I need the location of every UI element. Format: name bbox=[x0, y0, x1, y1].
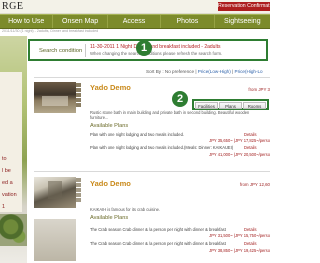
search-condition-divider bbox=[85, 44, 86, 57]
site-logo[interactable]: RGE bbox=[2, 1, 24, 12]
plan-name[interactable]: The Crab season Crab dinner & /a person … bbox=[90, 241, 240, 246]
hotel-action-buttons: Facilities Plans Rooms bbox=[192, 99, 269, 110]
nav-photos[interactable]: Photos bbox=[161, 15, 215, 28]
plan-details-link[interactable]: Details bbox=[244, 227, 257, 232]
plan-details-link[interactable]: Details bbox=[244, 132, 257, 137]
hotel-from-price: from JPY 3 bbox=[248, 87, 270, 92]
plan-name[interactable]: The Crab season Crab dinner & /a person … bbox=[90, 227, 240, 232]
plan-price: JPY 35,650~ (JPY 17,825~/perso bbox=[209, 138, 270, 143]
rooms-button[interactable]: Rooms bbox=[243, 102, 266, 109]
breadcrumb: 2011/11/30 (1 night) - 2adults, Dinner a… bbox=[2, 29, 99, 33]
hotel-secondary-photo[interactable] bbox=[34, 219, 76, 261]
plan-price: JPY 31,500~ (JPY 15,750~/perso bbox=[209, 233, 270, 238]
hotel-thumbnails bbox=[76, 178, 81, 208]
nav-onsen-map[interactable]: Onsen Map bbox=[53, 15, 108, 28]
available-plans-heading: Available Plans bbox=[90, 123, 129, 129]
hotel-description: furniture... bbox=[90, 115, 109, 120]
facilities-button[interactable]: Facilities bbox=[195, 102, 218, 109]
plan-name[interactable]: Plan with one night lodging and two meal… bbox=[90, 145, 240, 150]
hotel-thumbnail[interactable] bbox=[76, 193, 81, 197]
sidebar-garden-photo bbox=[0, 214, 27, 246]
hotel-from-price: from JPY 12,60 bbox=[239, 182, 270, 187]
reservation-confirmation-button[interactable]: Reservation Confirmati bbox=[218, 2, 270, 11]
hotel-thumbnail[interactable] bbox=[76, 98, 81, 102]
sort-bar: Sort By : No preference | Price(Low-High… bbox=[146, 69, 263, 74]
sidebar-text-line: 1 bbox=[2, 204, 6, 210]
hotel-thumbnail[interactable] bbox=[76, 183, 81, 187]
sidebar-text-line: ed a bbox=[2, 180, 13, 186]
nav-sightseeing[interactable]: Sightseeing bbox=[215, 15, 270, 28]
sort-price-high-low[interactable]: Price(High-Lo bbox=[235, 69, 263, 74]
main-nav: How to Use Onsen Map Access Photos Sight… bbox=[0, 14, 270, 29]
sidebar-promo-card bbox=[0, 72, 22, 212]
hotel-thumbnail[interactable] bbox=[76, 103, 81, 107]
sidebar-text-line: l be bbox=[2, 168, 11, 174]
plan-details-link[interactable]: Details bbox=[244, 145, 257, 150]
sort-price-low-high[interactable]: Price(Low-High) bbox=[198, 69, 231, 74]
plan-price: JPY 38,850~ (JPY 19,425~/perso bbox=[209, 248, 270, 253]
hotel-name[interactable]: Yado Demo bbox=[90, 83, 131, 92]
plan-details-link[interactable]: Details bbox=[244, 241, 257, 246]
sidebar-promo: to l be ed a vation 1 bbox=[0, 36, 27, 263]
hotel-thumbnail[interactable] bbox=[76, 188, 81, 192]
nav-access[interactable]: Access bbox=[108, 15, 162, 28]
plan-name[interactable]: Plan with one night lodging and two meal… bbox=[90, 132, 240, 137]
hotel-thumbnail[interactable] bbox=[76, 198, 81, 202]
sort-no-preference[interactable]: No preference bbox=[165, 69, 194, 74]
hotel-thumbnail[interactable] bbox=[76, 88, 81, 92]
hotel-description: KAIKAIH is famous for its crab cuisine. bbox=[90, 207, 161, 212]
search-condition-value: 11-30-2011 1 Night Dinner and breakfast … bbox=[90, 44, 221, 50]
callout-badge-2: 2 bbox=[172, 91, 188, 107]
sidebar-text-line: vation bbox=[2, 192, 17, 198]
plans-button[interactable]: Plans bbox=[219, 102, 242, 109]
hotel-photo[interactable] bbox=[34, 177, 76, 208]
hotel-name[interactable]: Yado Demo bbox=[90, 179, 131, 188]
hotel-photo[interactable] bbox=[34, 82, 76, 113]
hotel-thumbnail[interactable] bbox=[76, 178, 81, 182]
nav-how-to-use[interactable]: How to Use bbox=[0, 15, 54, 28]
plan-price: JPY 41,000~ (JPY 20,500~/perso bbox=[209, 152, 270, 157]
search-condition-note: When changing the search conditions plea… bbox=[90, 51, 223, 56]
callout-badge-1: 1 bbox=[136, 40, 152, 56]
available-plans-heading: Available Plans bbox=[90, 215, 129, 221]
sort-label: Sort By : bbox=[146, 69, 164, 74]
hotel-thumbnail[interactable] bbox=[76, 93, 81, 97]
result-divider bbox=[34, 77, 270, 78]
hotel-thumbnail[interactable] bbox=[76, 83, 81, 87]
sidebar-text-line: to bbox=[2, 156, 7, 162]
result-divider bbox=[34, 171, 270, 172]
search-condition-label: Search condition bbox=[39, 48, 83, 54]
hotel-thumbnails bbox=[76, 83, 81, 113]
